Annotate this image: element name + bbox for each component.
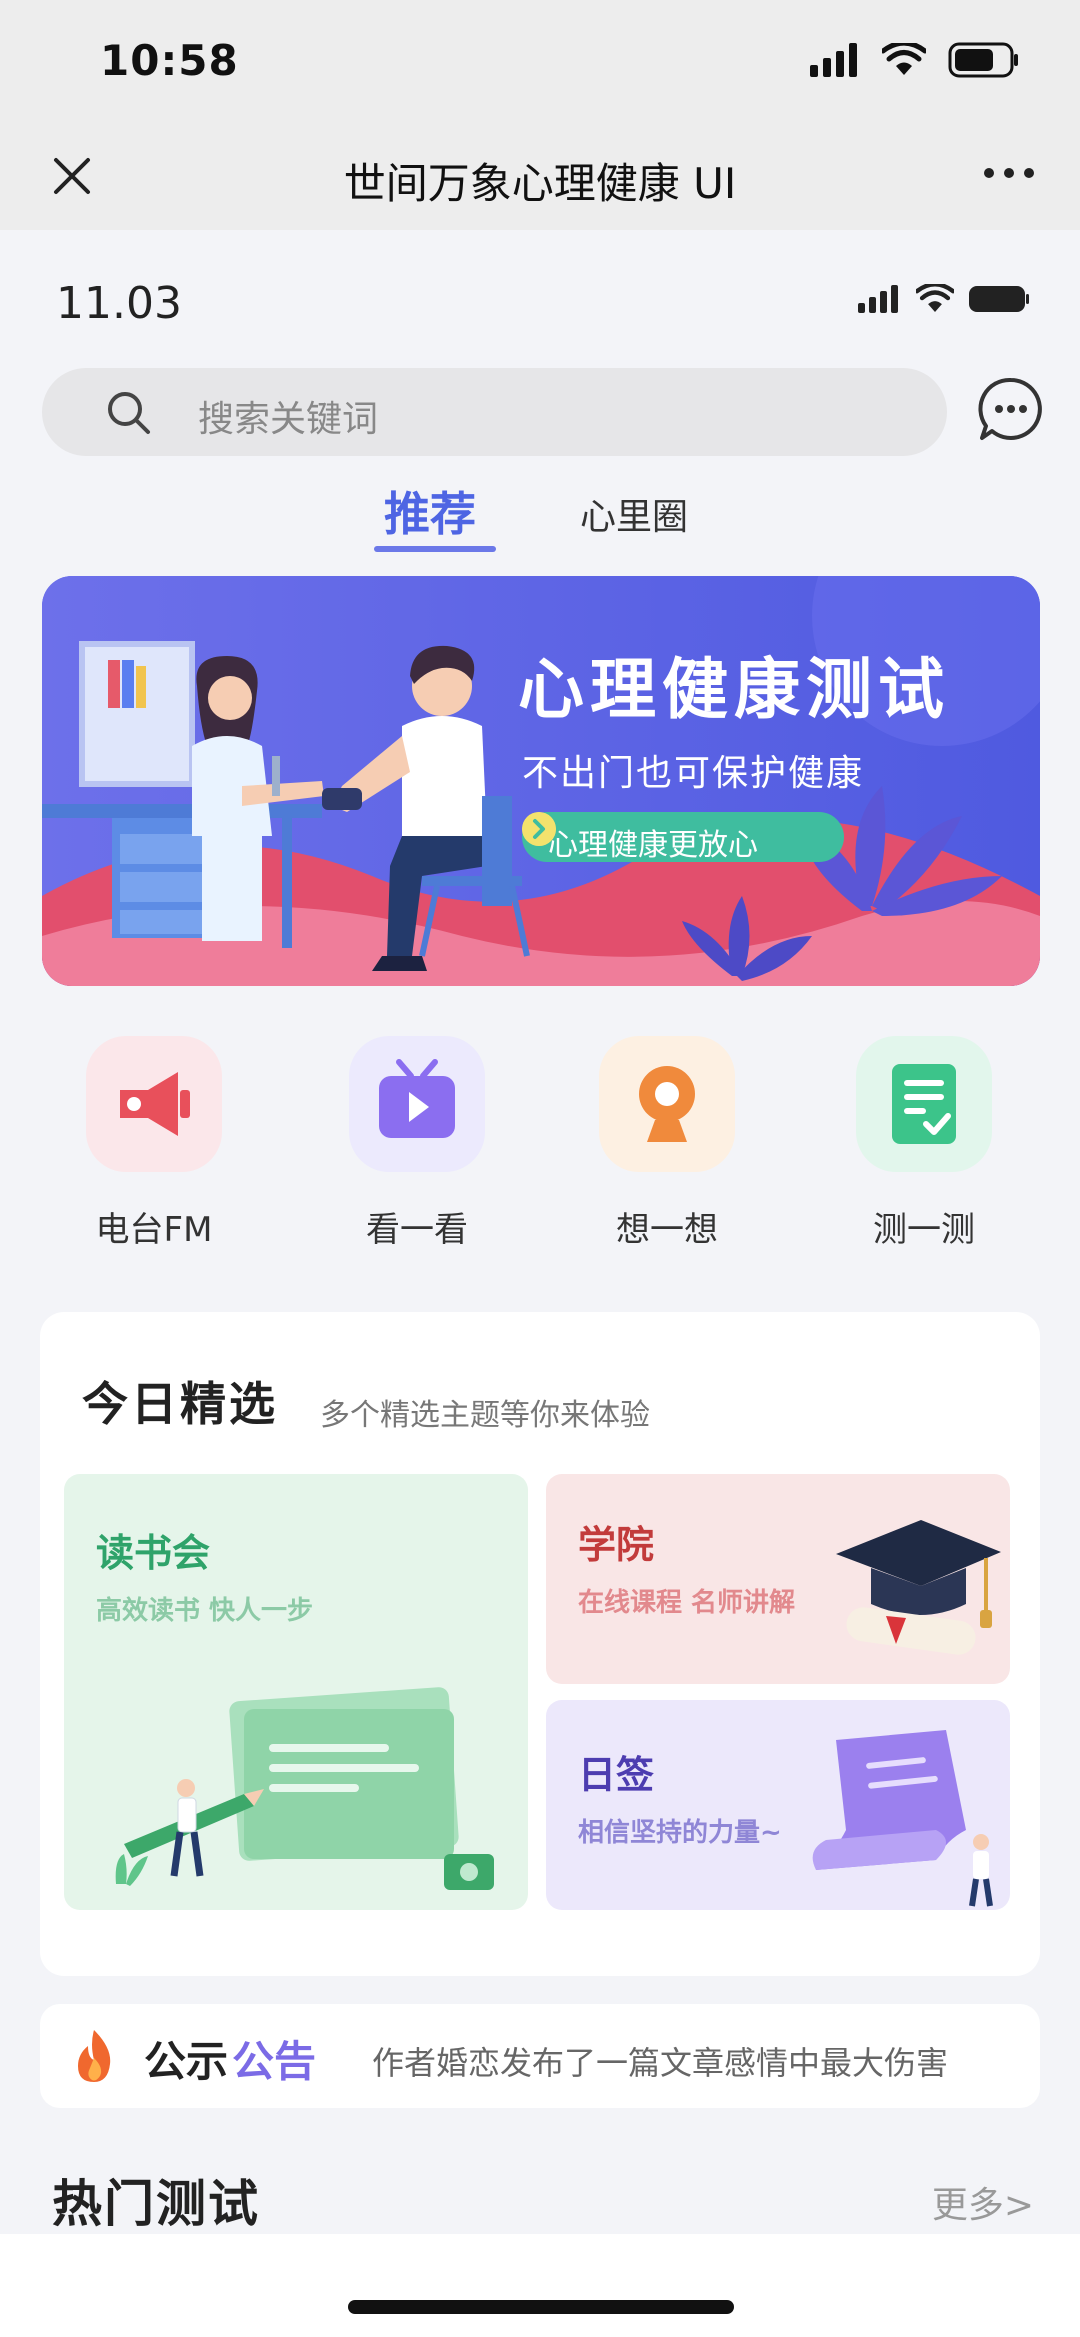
flame-icon [78,2030,111,2082]
battery-icon [948,42,1018,78]
notice-label-public: 公示 [144,2037,229,2086]
tab-heart-circle[interactable]: 心里圈 [580,488,688,540]
entry-label: 想一想 [616,1210,718,1250]
banner-title: 心理健康测试 [518,651,950,728]
entry-test[interactable]: 测一测 [834,1036,1014,1251]
hot-tests-title: 热门测试 [52,2175,260,2233]
tab-recommend[interactable]: 推荐 [384,478,476,544]
banner-cta-button[interactable]: 心理健康更放心 [522,812,844,863]
system-status-bar: 10:58 [0,0,1080,128]
banner-subtitle: 不出门也可保护健康 [522,753,865,794]
battery-icon [969,286,1029,312]
banner-cta-label: 心理健康更放心 [548,828,758,863]
signal-icon [810,43,857,77]
more-options-icon[interactable] [984,168,1034,178]
megaphone-icon [86,1036,222,1172]
app-page: 11.03 搜索关键词 推荐 心里圈 心理健康测试 不出门也可保护健康 心理健康… [0,230,1080,2337]
notice-bar[interactable]: 公示 公告 作者婚恋发布了一篇文章感情中最大伤害 [40,2004,1040,2108]
notice-text: 作者婚恋发布了一篇文章感情中最大伤害 [372,2044,949,2082]
page-title: 世间万象心理健康 UI [343,159,737,208]
checklist-icon [856,1036,992,1172]
search-placeholder: 搜索关键词 [198,399,379,440]
entry-watch[interactable]: 看一看 [327,1036,507,1251]
tile-title: 日签 [578,1753,655,1797]
tile-academy[interactable]: 学院 在线课程 名师讲解 [546,1474,1010,1684]
section-subtitle: 多个精选主题等你来体验 [320,1398,650,1433]
chevron-right-icon [522,812,556,846]
inner-status-time: 11.03 [56,278,182,329]
tile-daily-sign[interactable]: 日签 相信坚持的力量~ [546,1700,1010,1910]
tv-icon [349,1036,485,1172]
graduation-cap-icon [836,1520,1001,1655]
navigation-bar: 世间万象心理健康 UI [0,128,1080,230]
entry-radio-fm[interactable]: 电台FM [64,1036,244,1251]
search-input[interactable]: 搜索关键词 [42,368,947,456]
tile-subtitle: 高效读书 快人一步 [96,1596,314,1626]
inner-status-icons [858,284,1030,314]
system-time: 10:58 [100,36,239,85]
notice-label-announcement: 公告 [232,2037,317,2086]
home-indicator[interactable] [348,2300,734,2314]
hot-tests-list [0,2234,1080,2337]
entry-label: 测一测 [873,1210,975,1250]
tile-subtitle: 在线课程 名师讲解 [578,1588,796,1618]
section-title: 今日精选 [82,1377,278,1431]
wifi-icon [882,43,926,75]
wifi-icon [916,284,954,312]
reading-illustration [115,1687,494,1890]
search-icon [108,392,150,434]
tile-reading-club[interactable]: 读书会 高效读书 快人一步 [64,1474,528,1910]
tile-title: 学院 [578,1523,655,1567]
system-icons [810,42,1020,78]
today-selection-card: 今日精选 多个精选主题等你来体验 读书会 高效读书 快人一步 学院 在线课程 名… [40,1312,1040,1976]
entry-label: 电台FM [95,1210,213,1250]
scroll-icon [812,1730,993,1907]
entry-label: 看一看 [366,1210,468,1250]
signal-icon [858,285,898,313]
webcam-icon [599,1036,735,1172]
entry-think[interactable]: 想一想 [577,1036,757,1251]
banner[interactable]: 心理健康测试 不出门也可保护健康 心理健康更放心 [42,576,1040,986]
tab-active-indicator [374,546,496,552]
message-icon[interactable] [978,376,1044,442]
more-link[interactable]: 更多> [932,2176,1034,2228]
tile-title: 读书会 [96,1531,211,1575]
tile-subtitle: 相信坚持的力量~ [578,1818,782,1848]
